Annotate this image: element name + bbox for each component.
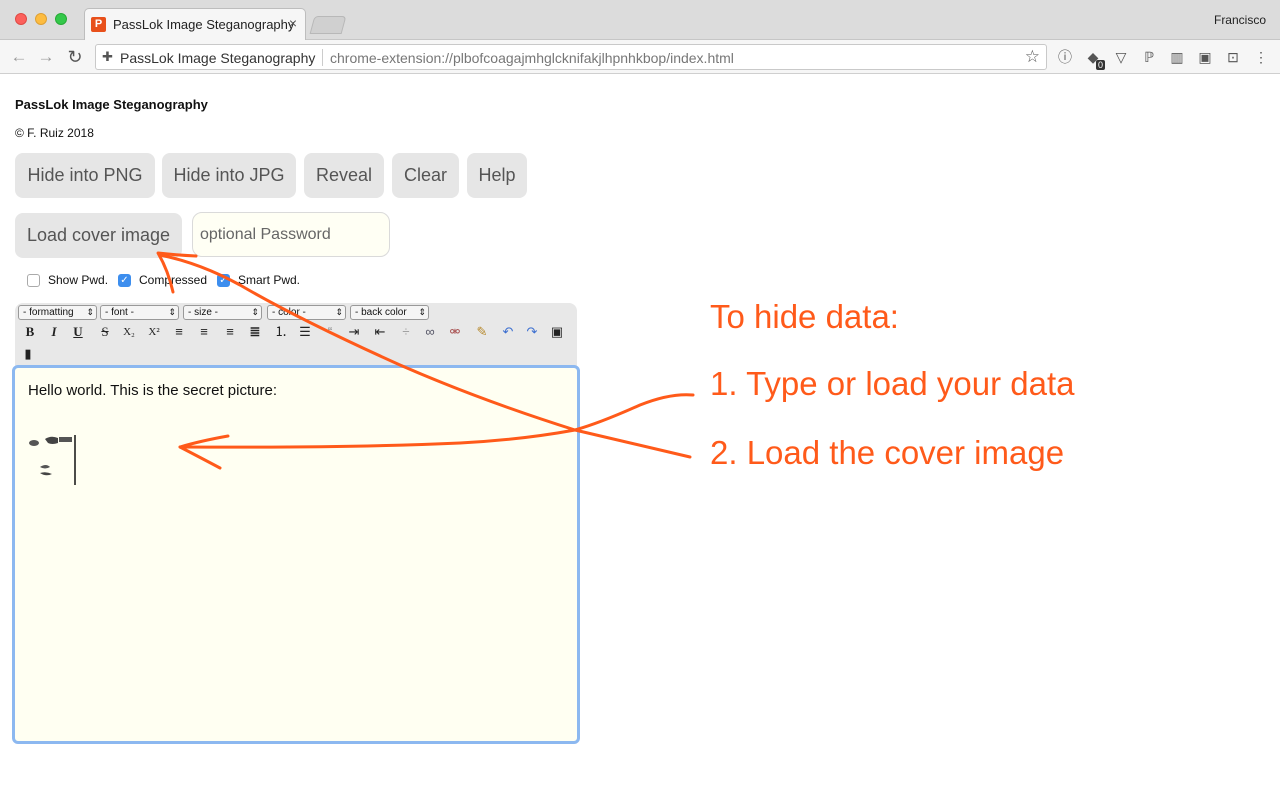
tab-close-icon[interactable]: × — [289, 15, 297, 31]
show-pwd-checkbox[interactable] — [27, 273, 40, 287]
omnibox-site-name: PassLok Image Steganography — [120, 50, 316, 66]
quote-icon[interactable]: “ — [321, 323, 339, 341]
reload-icon[interactable]: ↻ — [64, 46, 86, 68]
cast-icon[interactable]: ⊡ — [1223, 47, 1243, 67]
hide-into-png-button[interactable]: Hide into PNG — [15, 153, 155, 198]
align-right-icon[interactable]: ≡ — [221, 323, 239, 341]
extension-badge-count: 0 — [1095, 60, 1105, 70]
pocket-icon[interactable]: ▽ — [1111, 47, 1131, 67]
browser-tab[interactable]: P PassLok Image Steganography × — [84, 8, 306, 41]
message-editor[interactable]: Hello world. This is the secret picture: — [12, 365, 580, 744]
annotation-heading: To hide data: — [710, 298, 899, 335]
info-icon[interactable]: ⓘ — [1055, 47, 1075, 67]
horizontal-rule-icon[interactable]: ÷ — [397, 323, 415, 341]
undo-icon[interactable]: ↶ — [499, 323, 517, 341]
strikethrough-icon[interactable]: S — [96, 323, 114, 341]
password-input[interactable] — [192, 212, 390, 257]
italic-icon[interactable]: I — [45, 323, 63, 341]
close-window-button[interactable] — [15, 13, 27, 25]
insert-file-icon[interactable]: ▮ — [19, 345, 37, 363]
page-content: PassLok Image Steganography © F. Ruiz 20… — [0, 75, 1280, 800]
more-menu-icon[interactable]: ⋮ — [1251, 47, 1271, 67]
outdent-icon[interactable]: ⇤ — [371, 323, 389, 341]
bulleted-list-icon[interactable]: ☰ — [296, 323, 314, 341]
align-left-icon[interactable]: ≡ — [170, 323, 188, 341]
bookmark-star-icon[interactable]: ☆ — [1025, 47, 1040, 67]
forward-arrow-icon[interactable]: → — [35, 46, 57, 68]
font-select[interactable]: - font - — [100, 305, 179, 320]
show-pwd-option[interactable]: Show Pwd. — [27, 272, 108, 288]
back-color-select[interactable]: - back color — [350, 305, 429, 320]
address-bar[interactable]: ✚ PassLok Image Steganography chrome-ext… — [95, 44, 1047, 70]
formatting-select[interactable]: - formatting — [18, 305, 97, 320]
align-center-icon[interactable]: ≡ — [195, 323, 213, 341]
help-button[interactable]: Help — [467, 153, 527, 198]
editor-text: Hello world. This is the secret picture: — [28, 382, 277, 399]
omnibox-separator — [322, 49, 323, 66]
redo-icon[interactable]: ↷ — [523, 323, 541, 341]
annotation-step-2: 2. Load the cover image — [710, 434, 1065, 471]
puzzle-piece-icon: ✚ — [102, 49, 113, 64]
insert-image-icon[interactable]: ▣ — [548, 323, 566, 341]
compressed-label: Compressed — [139, 273, 208, 287]
back-arrow-icon[interactable]: ← — [8, 46, 30, 68]
secret-picture — [29, 435, 76, 485]
extension-badge-icon[interactable]: ◆ 0 — [1083, 47, 1105, 70]
hide-into-jpg-button[interactable]: Hide into JPG — [162, 153, 296, 198]
justify-icon[interactable]: ≣ — [246, 323, 264, 341]
flag-icon[interactable]: ℙ — [1139, 47, 1159, 67]
reveal-button[interactable]: Reveal — [304, 153, 384, 198]
omnibox-url[interactable]: chrome-extension://plbofcoagajmhglcknifa… — [330, 50, 734, 66]
underline-icon[interactable]: U — [69, 323, 87, 341]
browser-titlebar: P PassLok Image Steganography × Francisc… — [0, 0, 1280, 41]
editor-toolbar: - formatting - font - - size - - color -… — [15, 303, 577, 367]
size-select[interactable]: - size - — [183, 305, 262, 320]
window-icon[interactable]: ▣ — [1195, 47, 1215, 67]
superscript-icon[interactable]: X² — [145, 323, 163, 341]
maximize-window-button[interactable] — [55, 13, 67, 25]
smart-pwd-label: Smart Pwd. — [238, 273, 301, 287]
clear-formatting-icon[interactable]: ✎ — [473, 323, 491, 341]
smart-pwd-checkbox[interactable]: ✓ — [217, 273, 230, 287]
show-pwd-label: Show Pwd. — [48, 273, 109, 287]
extension-icons: ⓘ ◆ 0 ▽ ℙ ▥ ▣ ⊡ ⋮ — [1055, 47, 1271, 70]
indent-icon[interactable]: ⇥ — [345, 323, 363, 341]
smart-pwd-option[interactable]: ✓ Smart Pwd. — [217, 272, 300, 288]
tab-title: PassLok Image Steganography — [113, 17, 295, 32]
profile-name[interactable]: Francisco — [1214, 13, 1266, 27]
compressed-option[interactable]: ✓ Compressed — [118, 272, 207, 288]
bold-icon[interactable]: B — [21, 323, 39, 341]
clear-button[interactable]: Clear — [392, 153, 459, 198]
subscript-icon[interactable]: X₂ — [120, 323, 138, 341]
load-cover-image-button[interactable]: Load cover image — [15, 213, 182, 258]
minimize-window-button[interactable] — [35, 13, 47, 25]
screen: P PassLok Image Steganography × Francisc… — [0, 0, 1280, 800]
passlok-favicon-icon: P — [91, 17, 106, 32]
new-tab-button[interactable] — [309, 16, 347, 34]
browser-toolbar: ← → ↻ ✚ PassLok Image Steganography chro… — [0, 40, 1280, 74]
building-icon[interactable]: ▥ — [1167, 47, 1187, 67]
numbered-list-icon[interactable]: ⒈ — [272, 323, 290, 341]
unlink-icon[interactable]: ⚮ — [446, 323, 464, 341]
copyright: © F. Ruiz 2018 — [15, 126, 94, 140]
color-select[interactable]: - color - — [267, 305, 346, 320]
link-icon[interactable]: ∞ — [421, 323, 439, 341]
compressed-checkbox[interactable]: ✓ — [118, 273, 131, 287]
app-title: PassLok Image Steganography — [15, 97, 208, 112]
annotation-step-1: 1. Type or load your data — [710, 365, 1075, 402]
